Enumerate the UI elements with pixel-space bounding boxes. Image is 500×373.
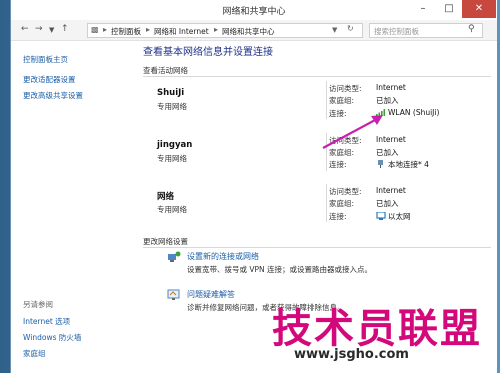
- breadcrumb-separator-icon: ▸: [103, 25, 108, 34]
- access-type-value: Internet: [376, 135, 406, 144]
- wlan-connection-label: WLAN (ShuiJi): [388, 108, 440, 117]
- divider: [326, 81, 327, 119]
- sidebar-item-control-panel-home[interactable]: 控制面板主页: [23, 54, 68, 65]
- access-type-value: Internet: [376, 83, 406, 92]
- new-connection-icon: [168, 251, 181, 262]
- sidebar-item-advanced-sharing[interactable]: 更改高级共享设置: [23, 90, 83, 101]
- network-type: 专用网络: [157, 205, 187, 214]
- network-type: 专用网络: [157, 154, 187, 163]
- ethernet-connection-link[interactable]: 以太网: [376, 211, 411, 222]
- page-title: 查看基本网络信息并设置连接: [143, 47, 273, 58]
- local-connection-label: 本地连接* 4: [388, 160, 429, 169]
- address-bar-row: ← → ▼ ↑ ▩ ▸ 控制面板 ▸ 网络和 Internet ▸ 网络和共享中…: [11, 20, 497, 41]
- homegroup-joined-link[interactable]: 已加入: [376, 95, 399, 106]
- search-placeholder: 搜索控制面板: [374, 27, 419, 36]
- breadcrumb-network-internet[interactable]: 网络和 Internet: [154, 26, 209, 37]
- connection-label: 连接:: [329, 160, 347, 169]
- access-type-label: 访问类型:: [329, 84, 362, 93]
- access-type-label: 访问类型:: [329, 136, 362, 145]
- sidebar-item-homegroup[interactable]: 家庭组: [23, 348, 46, 359]
- divider: [143, 76, 491, 77]
- wifi-signal-icon: [376, 109, 386, 116]
- setup-new-connection-link[interactable]: 设置新的连接或网络: [187, 251, 259, 262]
- access-type-value: Internet: [376, 186, 406, 195]
- network-adapter-icon: [378, 160, 383, 168]
- up-arrow-icon[interactable]: ↑: [61, 24, 69, 34]
- maximize-button[interactable]: □: [436, 0, 462, 18]
- title-bar: 网络和共享中心 – □ ✕: [11, 0, 497, 20]
- search-input[interactable]: 搜索控制面板 ⚲: [369, 23, 483, 38]
- troubleshoot-link[interactable]: 问题疑难解答: [187, 289, 235, 300]
- homegroup-joined-link[interactable]: 已加入: [376, 147, 399, 158]
- breadcrumb-control-panel[interactable]: 控制面板: [111, 26, 141, 37]
- setup-new-connection-desc: 设置宽带、拨号或 VPN 连接；或设置路由器或接入点。: [187, 265, 373, 274]
- active-networks-heading: 查看活动网络: [143, 66, 188, 75]
- connection-label: 连接:: [329, 109, 347, 118]
- ethernet-connection-label: 以太网: [388, 212, 411, 221]
- breadcrumb-separator-icon: ▸: [146, 25, 151, 34]
- back-arrow-icon[interactable]: ←: [21, 24, 29, 34]
- breadcrumb-network-sharing-center[interactable]: 网络和共享中心: [222, 26, 275, 37]
- access-type-label: 访问类型:: [329, 187, 362, 196]
- close-button[interactable]: ✕: [462, 0, 496, 18]
- change-settings-heading: 更改网络设置: [143, 237, 188, 246]
- homegroup-label: 家庭组:: [329, 96, 355, 105]
- control-panel-folder-icon: ▩: [91, 25, 99, 34]
- homegroup-label: 家庭组:: [329, 148, 355, 157]
- network-type: 专用网络: [157, 102, 187, 111]
- sidebar-item-adapter-settings[interactable]: 更改适配器设置: [23, 74, 76, 85]
- divider: [326, 133, 327, 171]
- address-dropdown-icon[interactable]: ▼: [332, 26, 337, 34]
- minimize-button[interactable]: –: [410, 0, 436, 18]
- troubleshoot-icon: [167, 289, 180, 300]
- network-name: ShuiJi: [157, 88, 185, 98]
- sidebar-item-internet-options[interactable]: Internet 选项: [23, 316, 70, 327]
- sidebar-item-firewall[interactable]: Windows 防火墙: [23, 332, 81, 343]
- breadcrumb-separator-icon: ▸: [214, 25, 219, 34]
- divider: [326, 184, 327, 222]
- watermark-logo: 技术员联盟: [272, 306, 482, 352]
- network-name: jingyan: [157, 140, 193, 150]
- connection-label: 连接:: [329, 212, 347, 221]
- forward-arrow-icon[interactable]: →: [35, 24, 43, 34]
- watermark-url: www.jsgho.com: [294, 347, 409, 362]
- sidebar: 控制面板主页 更改适配器设置 更改高级共享设置 另请参阅 Internet 选项…: [11, 41, 131, 373]
- homegroup-joined-link[interactable]: 已加入: [376, 198, 399, 209]
- search-icon[interactable]: ⚲: [468, 24, 475, 34]
- network-name: 网络: [157, 192, 175, 202]
- refresh-icon[interactable]: ↻: [347, 24, 354, 33]
- divider: [143, 247, 491, 248]
- homegroup-label: 家庭组:: [329, 199, 355, 208]
- wlan-connection-link[interactable]: WLAN (ShuiJi): [376, 108, 439, 117]
- breadcrumb[interactable]: ▩ ▸ 控制面板 ▸ 网络和 Internet ▸ 网络和共享中心 ▼ ↻: [87, 23, 363, 38]
- see-also-heading: 另请参阅: [23, 300, 53, 309]
- recent-pages-chevron-icon[interactable]: ▼: [49, 26, 54, 34]
- local-connection-link[interactable]: 本地连接* 4: [376, 159, 429, 170]
- ethernet-icon: [376, 212, 386, 220]
